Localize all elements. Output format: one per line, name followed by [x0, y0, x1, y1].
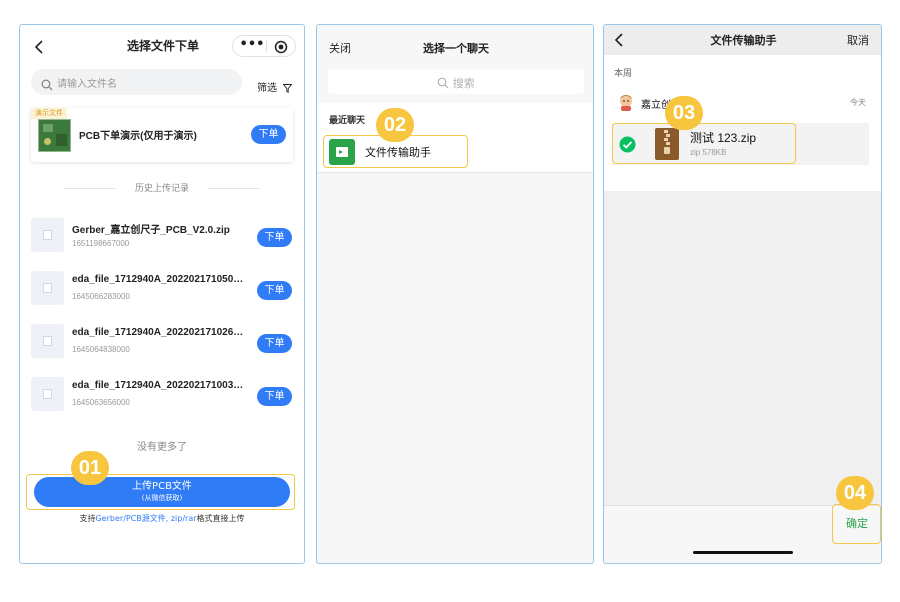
capsule-divider	[266, 41, 267, 52]
search-icon	[437, 77, 449, 89]
search-icon	[41, 76, 53, 91]
file-icon	[31, 324, 64, 358]
file-name: Gerber_嘉立创尺子_PCB_V2.0.zip	[72, 225, 230, 236]
no-more-text: 没有更多了	[137, 442, 187, 453]
list-item[interactable]: Gerber_嘉立创尺子_PCB_V2.0.zip 1651198667000 …	[31, 218, 296, 256]
search-box-content: 搜索	[328, 75, 584, 91]
list-item[interactable]: eda_file_1712940A_2022021710030… 1645063…	[31, 377, 296, 415]
upload-pcb-button[interactable]: 上传PCB文件 (从微信获取)	[34, 477, 290, 507]
upload-sublabel: (从微信获取)	[141, 494, 183, 502]
demo-file-name: PCB下单演示(仅用于演示)	[79, 131, 197, 142]
confirm-button[interactable]: 确定	[836, 515, 878, 531]
capsule-menu: •••	[232, 35, 296, 57]
page-title: 文件传输助手	[710, 34, 777, 47]
panel-select-file: 选择文件下单 ••• 请输入文件名 筛选 演示文件 PCB下单演示(仅用于演示)…	[19, 24, 305, 564]
list-item[interactable]: eda_file_1712940A_2022021710505… 1645066…	[31, 271, 296, 309]
page-title: 选择文件下单	[126, 39, 199, 53]
back-icon[interactable]	[34, 39, 46, 54]
check-icon[interactable]	[619, 136, 636, 153]
week-label: 本周	[614, 69, 633, 79]
chat-name: 文件传输助手	[365, 146, 431, 159]
search-input[interactable]: 请输入文件名	[31, 69, 242, 95]
order-button[interactable]: 下单	[257, 387, 292, 406]
file-id: 1645063656000	[72, 398, 130, 407]
list-divider	[317, 172, 593, 173]
search-placeholder: 搜索	[452, 77, 475, 90]
back-icon[interactable]	[614, 32, 626, 47]
history-divider-left	[64, 188, 116, 189]
file-name: eda_file_1712940A_2022021710263…	[72, 327, 247, 338]
history-divider-right	[208, 188, 260, 189]
support-suffix: 格式直接上传	[196, 514, 245, 523]
avatar	[617, 93, 635, 111]
zip-file-meta: zip 578KB	[690, 148, 727, 157]
file-id: 1645064838000	[72, 345, 130, 354]
step-badge-02: 02	[376, 108, 414, 142]
file-name: eda_file_1712940A_2022021710030…	[72, 380, 247, 391]
panel-select-chat: 关闭 选择一个聊天 搜索 最近聊天 文件传输助手	[316, 24, 594, 564]
more-dots-icon[interactable]: •••	[239, 36, 265, 56]
demo-tag: 演示文件	[31, 108, 67, 119]
order-button[interactable]: 下单	[257, 334, 292, 353]
target-icon[interactable]	[274, 39, 288, 54]
home-indicator	[693, 551, 793, 554]
recent-label: 最近聊天	[329, 116, 366, 126]
file-id: 1651198667000	[72, 239, 130, 248]
time-label: 今天	[850, 98, 866, 107]
list-item[interactable]: eda_file_1712940A_2022021710263… 1645064…	[31, 324, 296, 362]
support-link[interactable]: Gerber/PCB源文件, zip/rar	[95, 514, 196, 523]
file-icon	[31, 377, 64, 411]
cancel-button[interactable]: 取消	[847, 32, 869, 48]
page-title: 选择一个聊天	[423, 42, 489, 55]
search-input[interactable]: 搜索	[328, 69, 584, 94]
file-transfer-icon	[329, 139, 355, 165]
history-title: 历史上传记录	[134, 184, 189, 194]
demo-order-button[interactable]: 下单	[251, 125, 286, 144]
upload-label: 上传PCB文件	[132, 481, 192, 492]
step-badge-01: 01	[71, 451, 109, 485]
support-prefix: 支持	[79, 514, 96, 523]
file-id: 1645066283000	[72, 292, 130, 301]
zip-file-name: 测试 123.zip	[690, 131, 757, 145]
zip-file-icon	[655, 128, 679, 160]
order-button[interactable]: 下单	[257, 228, 292, 247]
file-name: eda_file_1712940A_2022021710505…	[72, 274, 247, 285]
search-placeholder: 请输入文件名	[57, 79, 117, 90]
support-text: 支持Gerber/PCB源文件, zip/rar格式直接上传	[20, 513, 304, 524]
filter-button[interactable]: 筛选	[257, 76, 297, 94]
filter-icon	[282, 78, 293, 94]
close-button[interactable]: 关闭	[329, 40, 351, 56]
step-badge-04: 04	[836, 476, 874, 510]
filter-label: 筛选	[257, 83, 277, 94]
file-icon	[31, 271, 64, 305]
step-badge-03: 03	[665, 96, 703, 130]
order-button[interactable]: 下单	[257, 281, 292, 300]
demo-file-card: 演示文件 PCB下单演示(仅用于演示) 下单	[31, 108, 293, 162]
pcb-thumbnail	[38, 119, 71, 152]
file-icon	[31, 218, 64, 252]
